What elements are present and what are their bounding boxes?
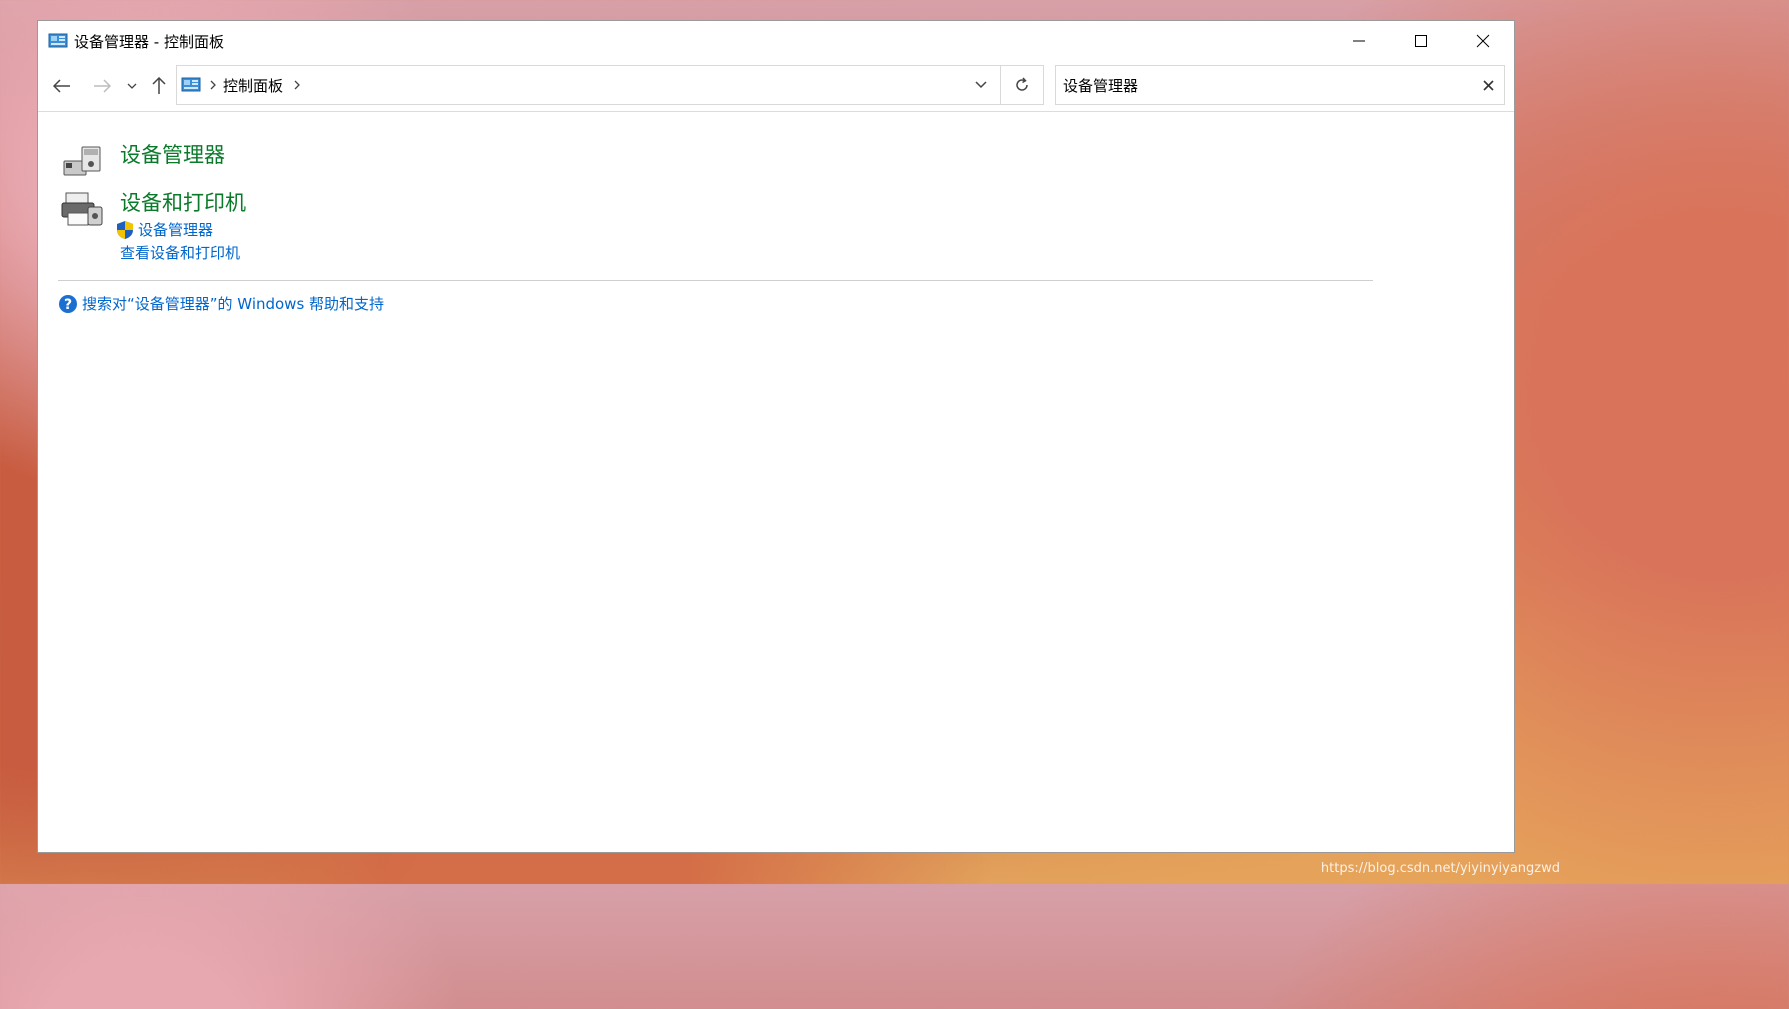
search-input[interactable]: [1061, 75, 1465, 95]
address-bar[interactable]: 控制面板: [176, 65, 1044, 105]
help-link-label: 搜索对“设备管理器”的 Windows 帮助和支持: [82, 295, 385, 313]
uac-shield-icon: [117, 220, 133, 239]
window-title: 设备管理器 - 控制面板: [74, 32, 224, 51]
printer-icon: [61, 192, 103, 226]
control-panel-window: 设备管理器 - 控制面板 控制面板 设备管理器 设备管理器 设备和打印机 设备管…: [37, 20, 1515, 853]
svg-text:?: ?: [64, 297, 72, 313]
back-button[interactable]: [50, 74, 74, 98]
help-search-link[interactable]: ? 搜索对“设备管理器”的 Windows 帮助和支持: [58, 293, 384, 314]
divider: [58, 280, 1373, 281]
search-box[interactable]: [1055, 65, 1505, 105]
search-results: 设备管理器 设备和打印机 设备管理器 查看设备和打印机 ? 搜索对“设备管理器”…: [38, 113, 1514, 852]
navigation-bar: 控制面板: [38, 61, 1514, 112]
refresh-button[interactable]: [1000, 66, 1043, 104]
control-panel-icon: [48, 33, 68, 48]
arrow-right-icon: [94, 79, 111, 93]
result-devices-and-printers: 设备和打印机 设备管理器 查看设备和打印机: [60, 187, 246, 263]
up-button[interactable]: [148, 74, 170, 98]
sub-link-device-manager[interactable]: 设备管理器: [116, 219, 246, 240]
sub-link-label: 设备管理器: [138, 221, 214, 239]
address-dropdown-button[interactable]: [961, 66, 1001, 104]
result-device-manager: 设备管理器: [60, 139, 225, 183]
chevron-right-icon[interactable]: [209, 80, 217, 90]
minimize-button[interactable]: [1328, 21, 1390, 61]
watermark: https://blog.csdn.net/yiyinyiyangzwd: [1320, 861, 1560, 876]
result-title-link[interactable]: 设备管理器: [120, 139, 225, 169]
control-panel-icon: [181, 77, 201, 92]
forward-button[interactable]: [90, 74, 114, 98]
result-title-link[interactable]: 设备和打印机: [120, 187, 246, 217]
title-bar: 设备管理器 - 控制面板: [38, 21, 1514, 61]
recent-locations-button[interactable]: [124, 78, 140, 94]
sub-link-view-devices[interactable]: 查看设备和打印机: [120, 242, 246, 263]
close-icon: [1476, 34, 1490, 48]
minimize-icon: [1353, 40, 1365, 42]
close-button[interactable]: [1452, 21, 1514, 61]
arrow-up-icon: [152, 77, 166, 94]
chevron-right-icon[interactable]: [293, 80, 301, 90]
chevron-down-icon: [975, 81, 987, 89]
close-icon: [1482, 79, 1494, 91]
search-clear-button[interactable]: [1478, 75, 1498, 95]
device-manager-icon: [63, 146, 101, 176]
chevron-down-icon: [127, 83, 137, 89]
refresh-icon: [1016, 77, 1028, 91]
help-icon: ?: [59, 294, 77, 313]
maximize-icon: [1415, 35, 1427, 47]
arrow-left-icon: [53, 79, 70, 93]
breadcrumb-control-panel[interactable]: 控制面板: [223, 75, 283, 96]
maximize-button[interactable]: [1390, 21, 1452, 61]
